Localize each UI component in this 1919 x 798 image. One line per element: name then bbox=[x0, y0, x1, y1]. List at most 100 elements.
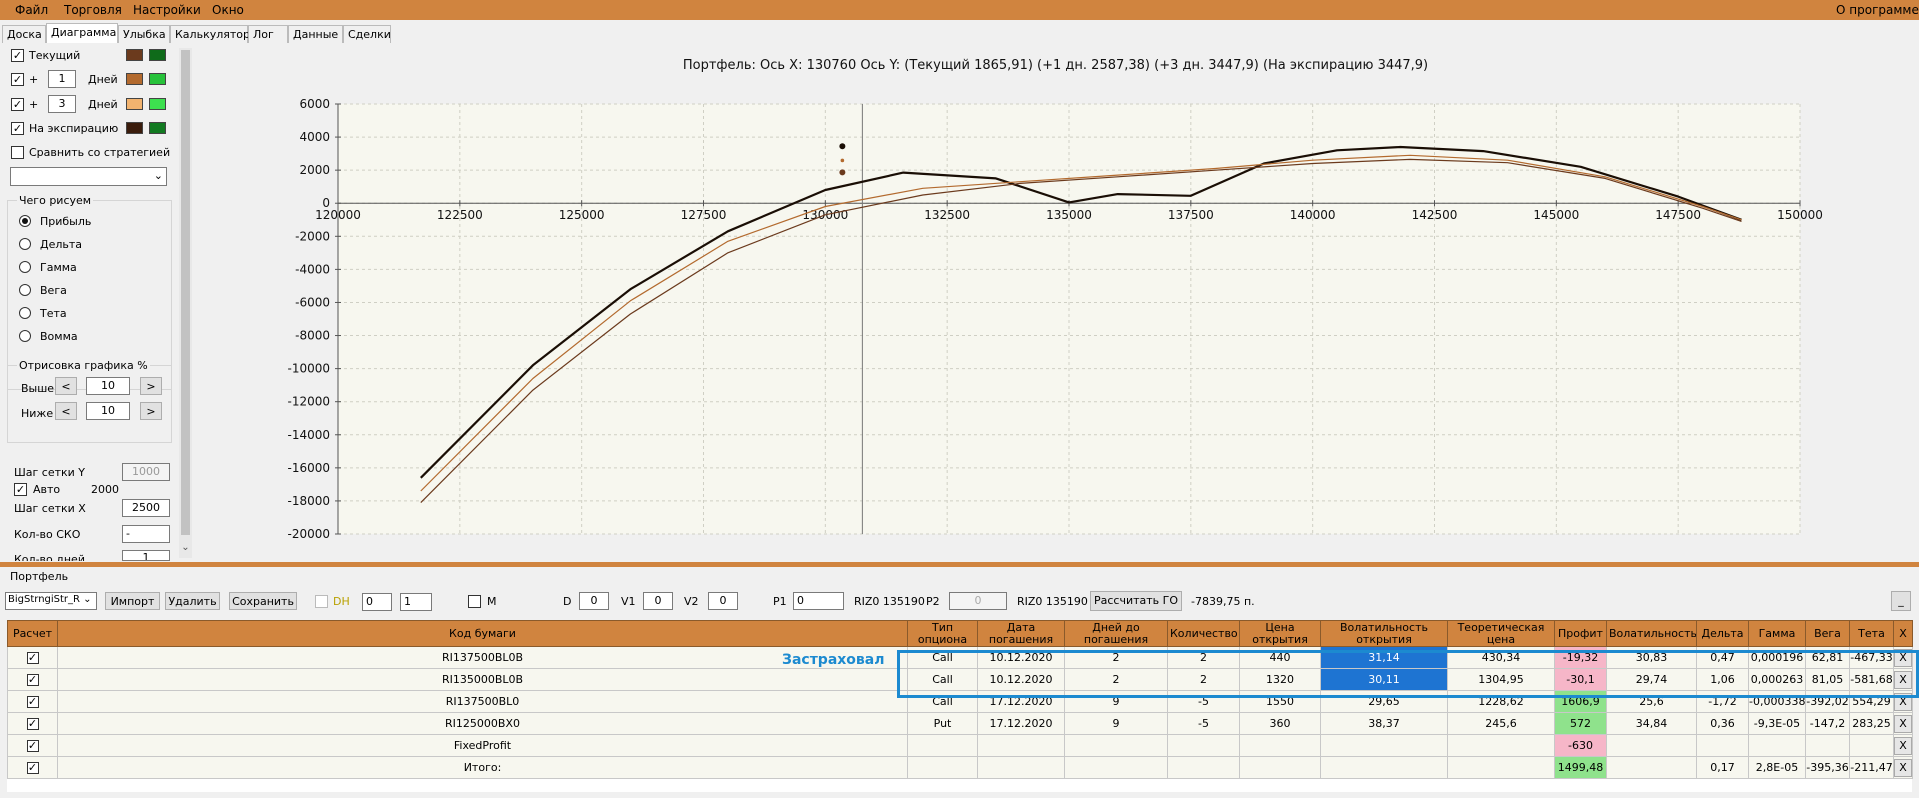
row-calc-checkbox[interactable]: ✓ bbox=[26, 696, 39, 708]
menu-about[interactable]: О программе bbox=[1836, 3, 1919, 17]
splitter[interactable] bbox=[0, 562, 1919, 567]
strategy-dropdown[interactable]: ⌄ bbox=[10, 167, 167, 186]
left-panel-scrollbar[interactable]: ⌄ bbox=[179, 48, 192, 558]
row-calc-checkbox[interactable]: ✓ bbox=[26, 740, 39, 752]
menu-window[interactable]: Окно bbox=[212, 3, 244, 17]
dh-label: DH bbox=[333, 595, 350, 608]
p1-input[interactable]: 0 bbox=[793, 592, 844, 610]
table-row[interactable]: ✓ RI135000BL0B Call 10.12.2020 2 2 1320 30,11 13… bbox=[7, 668, 1913, 691]
auto-checkbox[interactable]: ✓ bbox=[14, 483, 27, 496]
tab-smile[interactable]: Улыбка bbox=[118, 25, 170, 43]
col-profit[interactable]: Профит bbox=[1554, 620, 1607, 647]
delete-button[interactable]: Удалить bbox=[165, 592, 220, 610]
col-days[interactable]: Дней до погашения bbox=[1064, 620, 1168, 647]
table-row[interactable]: ✓ RI137500BL0B Call 10.12.2020 2 2 440 31,14 430… bbox=[7, 646, 1913, 669]
menu-settings[interactable]: Настройки bbox=[133, 3, 201, 17]
current-color-a[interactable] bbox=[126, 49, 143, 61]
col-open-price[interactable]: Цена открытия bbox=[1239, 620, 1321, 647]
days3-checkbox[interactable]: ✓ bbox=[11, 98, 24, 111]
days1-color-a[interactable] bbox=[126, 73, 143, 85]
days1-input[interactable]: 1 bbox=[48, 70, 76, 88]
tab-log[interactable]: Лог bbox=[248, 25, 288, 43]
col-type[interactable]: Тип опциона bbox=[907, 620, 978, 647]
col-date[interactable]: Дата погашения bbox=[977, 620, 1065, 647]
col-vol[interactable]: Волатильность bbox=[1606, 620, 1697, 647]
row-remove-button[interactable]: X bbox=[1894, 736, 1912, 755]
v2-input[interactable]: 0 bbox=[708, 592, 738, 610]
col-open-vol[interactable]: Волатильность открытия bbox=[1320, 620, 1448, 647]
menu-trading[interactable]: Торговля bbox=[64, 3, 122, 17]
minimize-button[interactable]: _ bbox=[1891, 591, 1911, 611]
dh-checkbox[interactable] bbox=[315, 595, 328, 608]
grid-x-input[interactable]: 2500 bbox=[122, 499, 170, 517]
col-theo-price[interactable]: Теоретическая цена bbox=[1447, 620, 1555, 647]
dh-spin1[interactable]: 0 bbox=[362, 593, 392, 611]
row-remove-button[interactable]: X bbox=[1894, 648, 1912, 667]
menu-file[interactable]: Файл bbox=[15, 3, 48, 17]
radio-vega[interactable] bbox=[19, 284, 31, 296]
col-vega[interactable]: Вега bbox=[1805, 620, 1850, 647]
d-input[interactable]: 0 bbox=[579, 592, 609, 610]
sko-input[interactable]: - bbox=[122, 525, 170, 543]
dh-spin2[interactable]: 1 bbox=[400, 593, 432, 611]
row-remove-button[interactable]: X bbox=[1894, 692, 1912, 711]
tab-diagram[interactable]: Диаграмма bbox=[46, 23, 118, 43]
row-calc-checkbox[interactable]: ✓ bbox=[26, 762, 39, 774]
days3-input[interactable]: 3 bbox=[48, 95, 76, 113]
radio-vomma[interactable] bbox=[19, 330, 31, 342]
tab-board[interactable]: Доска bbox=[2, 25, 46, 43]
radio-delta[interactable] bbox=[19, 238, 31, 250]
below-input[interactable]: 10 bbox=[86, 402, 130, 420]
row-calc-checkbox[interactable]: ✓ bbox=[26, 674, 39, 686]
days1-color-b[interactable] bbox=[149, 73, 166, 85]
table-row[interactable]: ✓ RI125000BX0 Put 17.12.2020 9 -5 360 38,37 245,… bbox=[7, 712, 1913, 735]
compare-checkbox[interactable] bbox=[11, 146, 24, 159]
scrollbar-thumb[interactable] bbox=[181, 50, 190, 535]
p2-input[interactable]: 0 bbox=[949, 592, 1007, 610]
current-checkbox[interactable]: ✓ bbox=[11, 49, 24, 62]
calc-go-button[interactable]: Рассчитать ГО bbox=[1090, 591, 1182, 611]
above-dec-button[interactable]: < bbox=[55, 377, 77, 395]
row-remove-button[interactable]: X bbox=[1894, 714, 1912, 733]
col-theta[interactable]: Тета bbox=[1849, 620, 1894, 647]
tab-calculator[interactable]: Калькулятор bbox=[170, 25, 250, 43]
row-calc-checkbox[interactable]: ✓ bbox=[26, 652, 39, 664]
scroll-down-icon[interactable]: ⌄ bbox=[180, 542, 191, 553]
col-code[interactable]: Код бумаги bbox=[57, 620, 908, 647]
col-calc[interactable]: Расчет bbox=[7, 620, 58, 647]
row-remove-button[interactable]: X bbox=[1894, 758, 1912, 777]
strategy-select[interactable]: BigStrngiStr_R ⌄ bbox=[5, 592, 97, 610]
v1-input[interactable]: 0 bbox=[643, 592, 673, 610]
row-remove-button[interactable]: X bbox=[1894, 670, 1912, 689]
import-button[interactable]: Импорт bbox=[105, 592, 160, 610]
days1-checkbox[interactable]: ✓ bbox=[11, 73, 24, 86]
col-qty[interactable]: Количество bbox=[1167, 620, 1240, 647]
above-inc-button[interactable]: > bbox=[140, 377, 162, 395]
above-label: Выше bbox=[21, 382, 55, 395]
row-calc-checkbox[interactable]: ✓ bbox=[26, 718, 39, 730]
col-gamma[interactable]: Гамма bbox=[1748, 620, 1806, 647]
above-input[interactable]: 10 bbox=[86, 377, 130, 395]
expiry-color-b[interactable] bbox=[149, 122, 166, 134]
tab-data[interactable]: Данные bbox=[288, 25, 343, 43]
below-dec-button[interactable]: < bbox=[55, 402, 77, 420]
expiry-color-a[interactable] bbox=[126, 122, 143, 134]
days3-color-b[interactable] bbox=[149, 98, 166, 110]
tab-deals[interactable]: Сделки bbox=[343, 25, 391, 43]
below-inc-button[interactable]: > bbox=[140, 402, 162, 420]
table-row[interactable]: ✓ FixedProfit -630 X bbox=[7, 734, 1913, 757]
m-checkbox[interactable] bbox=[468, 595, 481, 608]
save-button[interactable]: Сохранить bbox=[229, 592, 297, 610]
radio-gamma[interactable] bbox=[19, 261, 31, 273]
radio-theta[interactable] bbox=[19, 307, 31, 319]
table-row[interactable]: ✓ RI137500BL0 Call 17.12.2020 9 -5 1550 29,65 12… bbox=[7, 690, 1913, 713]
radio-profit[interactable] bbox=[19, 215, 31, 227]
grid-y-input[interactable]: 1000 bbox=[122, 463, 170, 481]
expiry-checkbox[interactable]: ✓ bbox=[11, 122, 24, 135]
col-delta[interactable]: Дельта bbox=[1696, 620, 1749, 647]
current-color-b[interactable] bbox=[149, 49, 166, 61]
col-x[interactable]: X bbox=[1893, 620, 1913, 647]
days-count-input[interactable]: 1 bbox=[122, 550, 170, 561]
table-row[interactable]: ✓ Итого: 1499,48 0,17 2,8E-05 -395,36 -211,47 X bbox=[7, 756, 1913, 779]
days3-color-a[interactable] bbox=[126, 98, 143, 110]
